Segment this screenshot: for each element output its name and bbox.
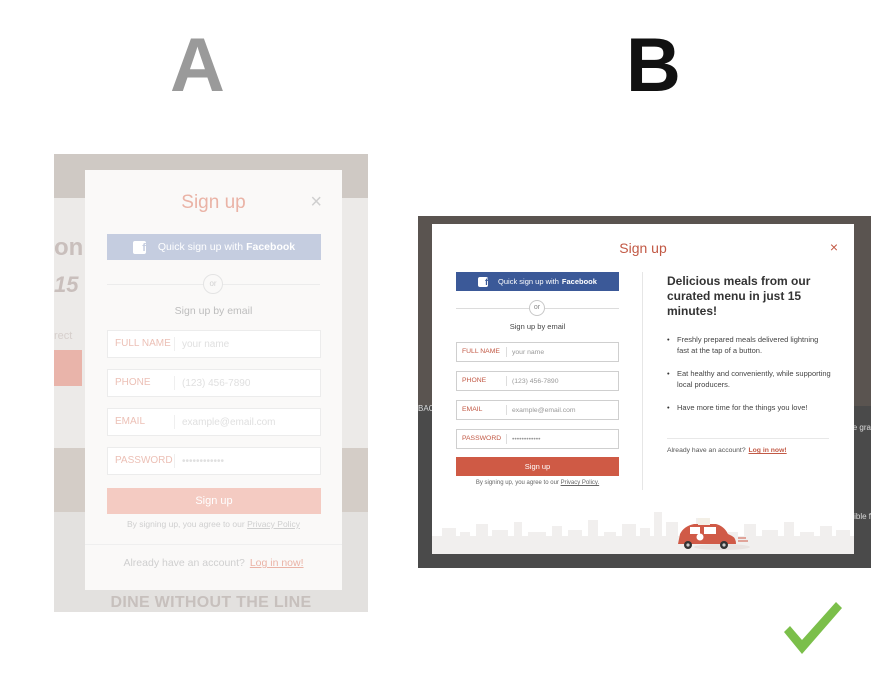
field-placeholder: example@email.com	[512, 406, 576, 414]
modal-title: Sign up	[619, 240, 667, 256]
field-placeholder: your name	[182, 338, 230, 350]
delivery-car-icon	[678, 518, 750, 550]
facebook-button-brand: Facebook	[246, 241, 296, 253]
benefit-item: Freshly prepared meals delivered lightni…	[667, 334, 832, 356]
field-label: EMAIL	[108, 415, 175, 429]
variant-b-screenshot: BAC le gra ible f Sign up × f Quick sign…	[418, 216, 871, 568]
terms-text: By signing up, you agree to our	[475, 480, 559, 486]
login-prompt-text: Already have an account?	[123, 557, 245, 569]
email-signup-heading: Sign up by email	[509, 322, 566, 331]
field-label: PASSWORD	[457, 434, 507, 444]
privacy-policy-link[interactable]: Privacy Policy	[247, 519, 300, 529]
value-proposition: Delicious meals from our curated menu in…	[667, 274, 832, 319]
footer-divider	[85, 544, 342, 545]
or-badge: or	[529, 300, 545, 316]
field-label: EMAIL	[457, 405, 507, 415]
login-prompt-text: Already have an account?	[667, 447, 746, 454]
variant-a-label: A	[170, 23, 225, 108]
phone-field[interactable]: PHONE (123) 456-7890	[456, 371, 619, 391]
check-mark-icon	[784, 602, 842, 654]
phone-field[interactable]: PHONE (123) 456-7890	[107, 369, 321, 397]
benefits-list: Freshly prepared meals delivered lightni…	[667, 334, 832, 425]
full-name-field[interactable]: FULL NAME your name	[107, 330, 321, 358]
close-icon[interactable]: ×	[830, 240, 838, 254]
facebook-signup-button[interactable]: f Quick sign up with Facebook	[456, 272, 619, 291]
column-divider	[642, 272, 643, 490]
field-placeholder: ••••••••••••	[512, 435, 541, 443]
background-button	[54, 350, 82, 386]
signup-submit-button[interactable]: Sign up	[456, 457, 619, 476]
close-icon[interactable]: ×	[310, 192, 322, 212]
login-link[interactable]: Log in now!	[250, 557, 304, 569]
password-field[interactable]: PASSWORD ••••••••••••	[107, 447, 321, 475]
signup-modal-b: Sign up × f Quick sign up with Facebook …	[432, 224, 854, 554]
variant-b-label: B	[626, 23, 681, 108]
field-placeholder: (123) 456-7890	[512, 377, 559, 385]
signup-submit-button[interactable]: Sign up	[107, 488, 321, 514]
city-skyline-illustration	[432, 512, 854, 554]
field-label: FULL NAME	[457, 347, 507, 357]
variant-a-screenshot: on Y 15 m rect DINE WITHOUT THE LINE Sig…	[54, 154, 368, 612]
background-footer-text: DINE WITHOUT THE LINE	[110, 594, 312, 611]
comparison-canvas: A B on Y 15 m rect DINE WITHOUT THE LINE…	[0, 0, 882, 690]
field-placeholder: ••••••••••••	[182, 455, 225, 467]
facebook-button-prefix: Quick sign up with	[498, 277, 559, 286]
facebook-button-prefix: Quick sign up with	[157, 241, 244, 253]
full-name-field[interactable]: FULL NAME your name	[456, 342, 619, 362]
or-badge: or	[203, 274, 223, 294]
email-field[interactable]: EMAIL example@email.com	[456, 400, 619, 420]
field-label: PASSWORD	[108, 454, 175, 468]
facebook-signup-button[interactable]: f Quick sign up with Facebook	[107, 234, 321, 260]
benefit-item: Eat healthy and conveniently, while supp…	[667, 368, 832, 390]
field-label: FULL NAME	[108, 337, 175, 351]
facebook-button-brand: Facebook	[561, 277, 597, 286]
field-label: PHONE	[108, 376, 175, 390]
login-divider	[667, 438, 829, 439]
modal-title: Sign up	[181, 192, 246, 213]
terms-notice: By signing up, you agree to our Privacy …	[456, 480, 619, 486]
facebook-icon: f	[132, 240, 146, 254]
login-prompt: Already have an account? Log in now!	[85, 557, 342, 569]
facebook-icon: f	[478, 276, 489, 287]
signup-modal-a: Sign up × f Quick sign up with Facebook …	[85, 170, 342, 590]
field-placeholder: (123) 456-7890	[182, 377, 251, 389]
terms-text: By signing up, you agree to our	[127, 519, 245, 529]
field-label: PHONE	[457, 376, 507, 386]
or-divider: or	[85, 274, 342, 294]
login-link[interactable]: Log in now!	[749, 447, 787, 454]
terms-notice: By signing up, you agree to our Privacy …	[85, 519, 342, 529]
privacy-policy-link[interactable]: Privacy Policy.	[561, 480, 600, 486]
field-placeholder: example@email.com	[182, 416, 276, 428]
background-text: rect	[54, 330, 73, 342]
background-text: ible f	[854, 512, 871, 521]
or-divider: or	[456, 300, 619, 316]
field-placeholder: your name	[512, 348, 545, 356]
email-signup-heading: Sign up by email	[174, 305, 253, 317]
password-field[interactable]: PASSWORD ••••••••••••	[456, 429, 619, 449]
benefit-item: Have more time for the things you love!	[667, 402, 832, 413]
login-prompt: Already have an account? Log in now!	[667, 447, 787, 454]
email-field[interactable]: EMAIL example@email.com	[107, 408, 321, 436]
